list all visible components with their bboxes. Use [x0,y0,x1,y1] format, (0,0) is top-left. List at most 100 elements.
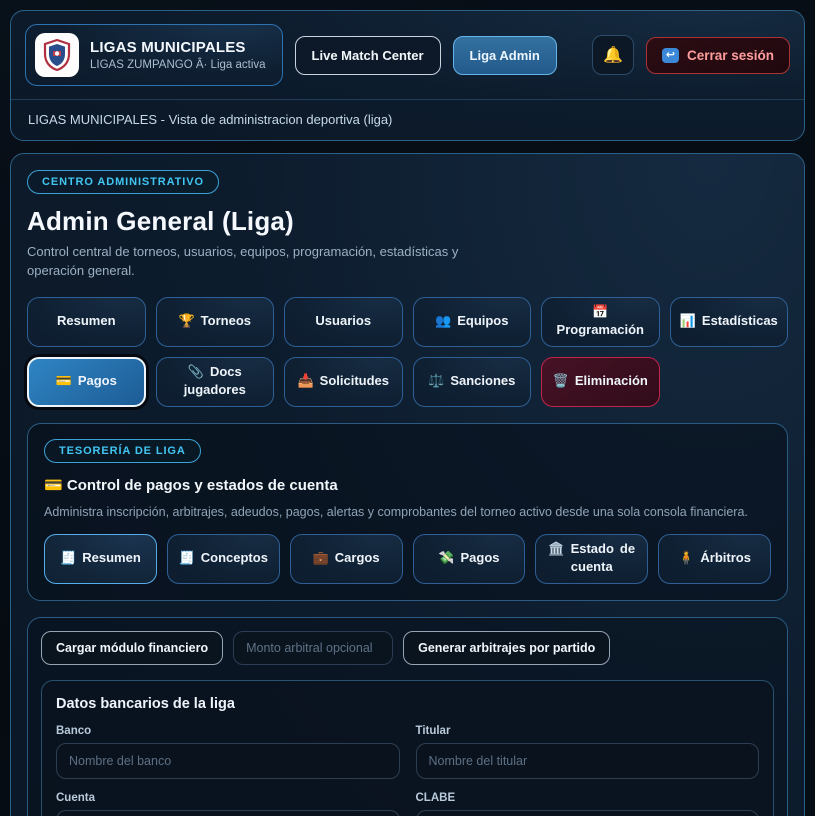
tab-solicitudes[interactable]: 📥 Solicitudes [284,357,403,407]
solicitudes-icon: 📥 [297,373,313,390]
tab-label-word: Estadísticas [702,313,778,330]
brand-text: LIGAS MUNICIPALES LIGAS ZUMPANGO Â· Liga… [90,39,266,71]
tab-estadisticas[interactable]: 📊 Estadísticas [670,297,789,347]
subtab-estado-de-cuenta[interactable]: 🏛️ Estado de cuenta [535,534,648,584]
tab-label-word: Solicitudes [320,373,389,390]
bank-data-card: Datos bancarios de la liga Banco Titular C… [41,680,774,816]
treasury-heading-text: Control de pagos y estados de cuenta [67,477,338,494]
treasury-panel: TESORERÍA DE LIGA 💳 Control de pagos y e… [27,423,788,601]
league-logo [35,33,79,77]
pagos-icon: 💳 [56,373,72,390]
tab-eliminacion[interactable]: 🗑️ Eliminación [541,357,660,407]
sanciones-icon: ⚖️ [428,373,444,390]
estadisticas-icon: 📊 [680,313,696,330]
tab-label-word: de [620,541,635,558]
cargos-icon: 💼 [313,550,329,567]
breadcrumb: LIGAS MUNICIPALES - Vista de administrac… [28,112,392,127]
subtab-resumen[interactable]: 🧾 Resumen [44,534,157,584]
tab-label-word: jugadores [184,382,246,399]
liga-admin-button[interactable]: Liga Admin [453,36,557,75]
arbitros-icon: 🧍 [678,550,694,567]
tab-programacion[interactable]: 📅Programación [541,297,660,347]
tab-label-word: Cargos [335,550,380,567]
admin-tabs: Resumen 🏆 Torneos Usuarios 👥 Equipos 📅Programa… [27,297,788,407]
form-field-titular: Titular [416,725,760,779]
tab-pagos[interactable]: 💳 Pagos [27,357,146,407]
financial-toolbar: Cargar módulo financiero Generar arbitra… [41,631,774,665]
subtab-pagos[interactable]: 💸 Pagos [413,534,526,584]
field-input-titular[interactable] [416,743,760,779]
tab-equipos[interactable]: 👥 Equipos [413,297,532,347]
app-header: LIGAS MUNICIPALES LIGAS ZUMPANGO Â· Liga… [10,10,805,141]
tab-label-word: cuenta [571,559,613,576]
subtab-arbitros[interactable]: 🧍 Árbitros [658,534,771,584]
field-input-banco[interactable] [56,743,400,779]
live-match-center-button[interactable]: Live Match Center [295,36,441,75]
generate-arbitrages-button[interactable]: Generar arbitrajes por partido [403,631,610,665]
credit-card-icon: 💳 [44,477,63,494]
field-label-clabe: CLABE [416,792,760,804]
tab-label-word: Conceptos [201,550,268,567]
tab-label-word: Estado [571,541,614,558]
crest-icon [41,38,73,72]
torneos-icon: 🏆 [178,313,194,330]
tab-label-word: Pagos [78,373,117,390]
tab-label-word: Pagos [461,550,500,567]
field-label-banco: Banco [56,725,400,737]
form-field-cuenta: Cuenta [56,792,400,816]
logout-button[interactable]: ↩ Cerrar sesión [646,37,790,74]
page-subtitle: Control central de torneos, usuarios, eq… [27,243,499,281]
treasury-heading: 💳 Control de pagos y estados de cuenta [44,476,771,494]
bank-card-title: Datos bancarios de la liga [56,696,759,712]
field-input-cuenta[interactable] [56,810,400,816]
bank-form-fields: BancoTitularCuentaCLABETarjetaReferencia… [56,725,759,816]
tab-label-word: Árbitros [700,550,751,567]
tab-docs-jugadores[interactable]: 📎Docsjugadores [156,357,275,407]
pagos-icon: 💸 [438,550,454,567]
estado-de-cuenta-icon: 🏛️ [548,541,564,558]
page-title: Admin General (Liga) [27,206,788,237]
eliminacion-icon: 🗑️ [553,373,569,390]
field-input-clabe[interactable] [416,810,760,816]
breadcrumb-bar: LIGAS MUNICIPALES - Vista de administrac… [11,99,804,140]
subtab-cargos[interactable]: 💼 Cargos [290,534,403,584]
tab-label-word: Torneos [201,313,251,330]
admin-panel: CENTRO ADMINISTRATIVO Admin General (Lig… [10,153,805,816]
conceptos-icon: 🧾 [179,550,195,567]
tab-torneos[interactable]: 🏆 Torneos [156,297,275,347]
form-field-banco: Banco [56,725,400,779]
programacion-icon: 📅 [592,304,608,321]
tab-label-word: Programación [557,322,644,339]
equipos-icon: 👥 [435,313,451,330]
tab-sanciones[interactable]: ⚖️ Sanciones [413,357,532,407]
tab-resumen[interactable]: Resumen [27,297,146,347]
form-field-clabe: CLABE [416,792,760,816]
logout-arrow-icon: ↩ [662,48,679,63]
brand-subtitle: LIGAS ZUMPANGO Â· Liga activa [90,59,266,71]
tab-label-word: Resumen [57,313,116,330]
subtab-conceptos[interactable]: 🧾 Conceptos [167,534,280,584]
tab-label-word: Equipos [457,313,508,330]
field-label-cuenta: Cuenta [56,792,400,804]
treasury-badge: TESORERÍA DE LIGA [44,439,201,463]
treasury-subtabs: 🧾 Resumen 🧾 Conceptos 💼 Cargos 💸 Pagos 🏛️ Estadod… [44,534,771,584]
notifications-button[interactable]: 🔔 [592,35,634,75]
tab-label-word: Eliminación [575,373,648,390]
field-label-titular: Titular [416,725,760,737]
tab-label-word: Docs [210,364,242,381]
logout-label: Cerrar sesión [687,48,774,63]
financial-panel: Cargar módulo financiero Generar arbitra… [27,617,788,816]
brand-box[interactable]: LIGAS MUNICIPALES LIGAS ZUMPANGO Â· Liga… [25,24,283,86]
resumen-icon: 🧾 [60,550,76,567]
tab-label-word: Usuarios [315,313,371,330]
arbitral-amount-input[interactable] [233,631,393,665]
brand-title: LIGAS MUNICIPALES [90,39,266,56]
treasury-description: Administra inscripción, arbitrajes, adeu… [44,505,771,519]
header-top-row: LIGAS MUNICIPALES LIGAS ZUMPANGO Â· Liga… [11,11,804,99]
admin-badge: CENTRO ADMINISTRATIVO [27,170,219,194]
tab-label-word: Sanciones [450,373,515,390]
tab-label-word: Resumen [82,550,141,567]
bell-icon: 🔔 [603,45,623,65]
load-financial-module-button[interactable]: Cargar módulo financiero [41,631,223,665]
tab-usuarios[interactable]: Usuarios [284,297,403,347]
